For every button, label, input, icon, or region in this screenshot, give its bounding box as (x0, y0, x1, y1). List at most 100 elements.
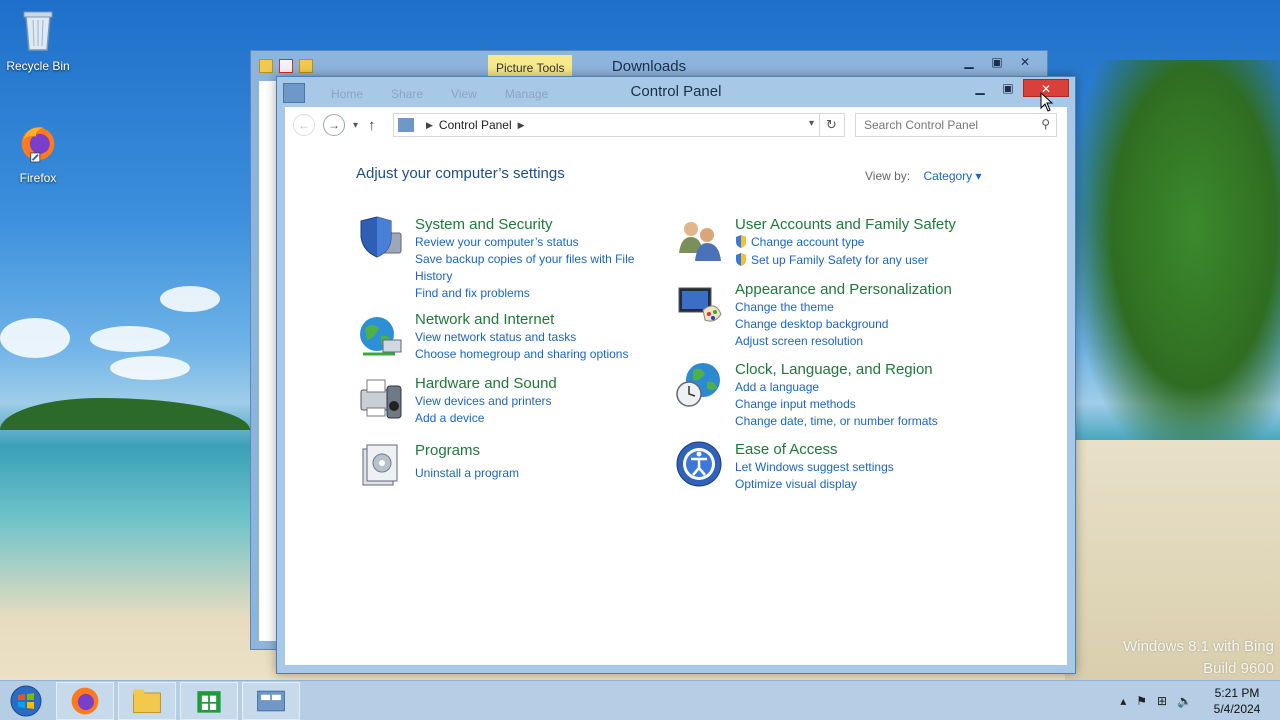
recycle-bin-icon (23, 11, 53, 51)
search-placeholder: Search Control Panel (864, 118, 979, 132)
network-icon[interactable]: ⊞ (1157, 694, 1167, 708)
taskbar-file-explorer[interactable] (118, 682, 176, 720)
category-title[interactable]: System and Security (415, 215, 647, 234)
address-toolbar: ← → ▾ ↑ ▶ Control Panel ▶ ▾ ↻ Search Con… (285, 107, 1067, 143)
category-link[interactable]: Change date, time, or number formats (735, 413, 967, 430)
minimize-button[interactable]: ▁ (955, 53, 983, 71)
category-link[interactable]: Find and fix problems (415, 285, 647, 302)
taskbar: ▴ ⚑ ⊞ 🔈 5:21 PM 5/4/2024 (0, 680, 1280, 720)
view-by-value: Category (923, 169, 973, 183)
category-link[interactable]: Let Windows suggest settings (735, 459, 967, 476)
globe-network-icon (360, 317, 402, 356)
watermark-line: Windows 8.1 with Bing (1123, 638, 1274, 655)
maximize-button[interactable]: ▣ (983, 53, 1011, 71)
show-hidden-icons-icon[interactable]: ▴ (1120, 694, 1126, 708)
cloud (90, 326, 170, 352)
category-hardware-sound: Hardware and Sound View devices and prin… (355, 374, 647, 427)
clock-date: 5/4/2024 (1213, 702, 1261, 716)
users-icon (679, 222, 721, 261)
address-bar[interactable]: ▶ Control Panel ▶ ▾ (393, 113, 845, 137)
volume-muted-icon[interactable]: 🔈 (1177, 694, 1192, 708)
control-panel-icon (398, 118, 414, 132)
breadcrumb-control-panel[interactable]: Control Panel (439, 118, 512, 132)
windows-watermark: Windows 8.1 with Bing Build 9600 (1123, 636, 1274, 680)
category-link[interactable]: Save backup copies of your files with Fi… (415, 251, 647, 285)
category-user-accounts: User Accounts and Family Safety Change a… (675, 215, 967, 269)
category-link[interactable]: Set up Family Safety for any user (735, 252, 967, 269)
maximize-button[interactable]: ▣ (995, 79, 1021, 97)
category-title[interactable]: Network and Internet (415, 310, 647, 329)
control-panel-titlebar[interactable]: Home Share View Manage Control Panel ▁ ▣… (277, 77, 1075, 107)
category-link-label: Set up Family Safety for any user (751, 253, 929, 267)
category-link[interactable]: Review your computer’s status (415, 234, 647, 251)
view-by-dropdown[interactable]: Category ▾ (923, 169, 981, 183)
clock[interactable]: 5:21 PM 5/4/2024 (1202, 685, 1272, 717)
taskbar-store[interactable] (180, 682, 238, 720)
desktop-icon-recycle-bin[interactable]: Recycle Bin (0, 8, 76, 73)
search-input[interactable]: Search Control Panel ⚲ (855, 113, 1057, 137)
category-link[interactable]: Add a device (415, 410, 647, 427)
category-clock-language: Clock, Language, and Region Add a langua… (675, 360, 967, 430)
desktop-icon-label: Firefox (19, 171, 57, 185)
monitor-palette-icon (678, 287, 722, 322)
category-link-label: Change account type (751, 235, 865, 249)
category-link[interactable]: Change the theme (735, 299, 967, 316)
forward-button[interactable]: → (323, 114, 345, 136)
category-title[interactable]: Ease of Access (735, 440, 967, 459)
ease-of-access-icon (676, 441, 722, 487)
programs-box-icon (362, 444, 398, 486)
clock-time: 5:21 PM (1214, 686, 1260, 700)
category-link[interactable]: Change input methods (735, 396, 967, 413)
cloud (0, 318, 70, 358)
refresh-button[interactable]: ↻ (819, 113, 843, 137)
chevron-right-icon[interactable]: ▶ (518, 120, 525, 131)
category-title[interactable]: Programs (415, 441, 647, 460)
category-network-internet: Network and Internet View network status… (355, 310, 647, 363)
cloud (160, 286, 220, 312)
search-icon[interactable]: ⚲ (1041, 117, 1050, 131)
system-tray: ▴ ⚑ ⊞ 🔈 5:21 PM 5/4/2024 (1120, 681, 1272, 720)
window-title: Control Panel (630, 83, 722, 100)
printer-speaker-icon (360, 379, 402, 419)
taskbar-control-panel[interactable] (242, 682, 300, 720)
category-title[interactable]: User Accounts and Family Safety (735, 215, 967, 234)
category-title[interactable]: Hardware and Sound (415, 374, 647, 393)
category-appearance: Appearance and Personalization Change th… (675, 280, 967, 350)
action-center-flag-icon[interactable]: ⚑ (1136, 694, 1147, 708)
control-panel-icon (257, 690, 285, 712)
window-title: Downloads (611, 58, 687, 75)
category-link[interactable]: Change account type (735, 234, 967, 251)
watermark-line: Build 9600 (1203, 660, 1274, 677)
category-link[interactable]: Choose homegroup and sharing options (415, 346, 647, 363)
up-button[interactable]: ↑ (368, 117, 376, 134)
category-link[interactable]: Uninstall a program (415, 465, 647, 482)
view-by-label: View by: (865, 169, 911, 183)
category-link[interactable]: View devices and printers (415, 393, 647, 410)
recent-locations-dropdown[interactable]: ▾ (353, 120, 358, 131)
island (0, 398, 250, 430)
chevron-right-icon[interactable]: ▶ (426, 120, 433, 131)
category-title[interactable]: Appearance and Personalization (735, 280, 967, 299)
category-link[interactable]: Add a language (735, 379, 967, 396)
category-link[interactable]: Change desktop background (735, 316, 967, 333)
uac-shield-icon (736, 235, 746, 248)
clock-globe-icon (676, 363, 720, 407)
category-link[interactable]: View network status and tasks (415, 329, 647, 346)
palm-trees (1065, 60, 1280, 480)
category-link[interactable]: Optimize visual display (735, 476, 967, 493)
desktop-icon-firefox[interactable]: Firefox (0, 120, 76, 185)
category-title[interactable]: Clock, Language, and Region (735, 360, 967, 379)
control-panel-window[interactable]: Home Share View Manage Control Panel ▁ ▣… (276, 76, 1076, 674)
shield-computer-icon (360, 216, 402, 258)
back-button[interactable]: ← (293, 114, 315, 136)
uac-shield-icon (736, 253, 746, 266)
mouse-cursor-icon (1040, 92, 1054, 112)
category-link[interactable]: Adjust screen resolution (735, 333, 967, 350)
category-programs: Programs Uninstall a program (355, 441, 647, 491)
minimize-button[interactable]: ▁ (967, 79, 993, 97)
chevron-down-icon[interactable]: ▾ (809, 118, 814, 129)
taskbar-firefox[interactable] (56, 682, 114, 720)
close-button[interactable]: ✕ (1011, 53, 1039, 71)
desktop-icon-label: Recycle Bin (6, 59, 70, 73)
start-button[interactable] (6, 685, 46, 717)
